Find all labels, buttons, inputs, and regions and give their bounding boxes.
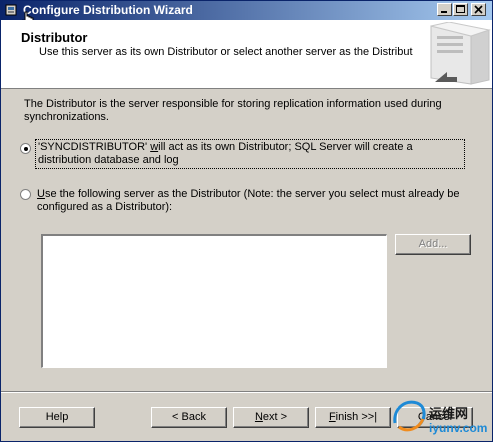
option-other-server-label[interactable]: Use the following server as the Distribu…	[37, 188, 467, 214]
page-title: Distributor	[21, 30, 88, 45]
watermark-text-cn: 运维网	[429, 406, 469, 421]
maximize-icon	[456, 5, 465, 13]
minimize-icon	[441, 11, 447, 13]
watermark-swirl-icon	[393, 400, 426, 432]
window-title: Configure Distribution Wizard	[23, 3, 193, 17]
watermark-text-url: iyunv.com	[429, 421, 488, 435]
wizard-content: The Distributor is the server responsibl…	[1, 89, 492, 389]
radio-other-server[interactable]	[20, 189, 31, 200]
back-button[interactable]: < Back	[151, 407, 227, 428]
wizard-banner-art	[413, 22, 491, 86]
help-button[interactable]: Help	[19, 407, 95, 428]
page-subtitle: Use this server as its own Distributor o…	[39, 46, 425, 58]
minimize-button[interactable]	[437, 3, 452, 16]
site-watermark: 运维网 iyunv.com	[385, 391, 491, 439]
distributor-server-list[interactable]	[41, 234, 387, 368]
finish-button[interactable]: Finish >>|	[315, 407, 391, 428]
radio-own-distributor[interactable]	[20, 143, 31, 154]
option-own-distributor-label[interactable]: 'SYNCDISTRIBUTOR' will act as its own Di…	[35, 139, 465, 169]
wizard-app-icon	[5, 4, 17, 16]
description-text: The Distributor is the server responsibl…	[24, 98, 442, 123]
next-button[interactable]: Next >	[233, 407, 309, 428]
maximize-button[interactable]	[453, 3, 468, 16]
wizard-window: Configure Distribution Wizard Distributo…	[0, 0, 493, 442]
close-icon	[474, 5, 483, 14]
close-button[interactable]	[471, 3, 486, 16]
add-button[interactable]: Add...	[395, 234, 471, 255]
wizard-header: Distributor Use this server as its own D…	[1, 20, 492, 89]
title-bar[interactable]: Configure Distribution Wizard	[1, 1, 492, 20]
